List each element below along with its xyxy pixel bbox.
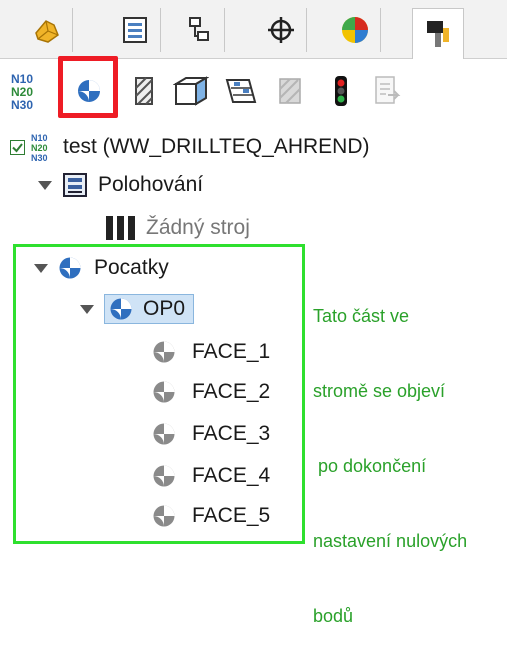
export-button[interactable] xyxy=(366,70,408,112)
tree-root[interactable]: N10 N20 N30 test (WW_DRILLTEQ_AHREND) xyxy=(10,132,369,162)
svg-text:N10: N10 xyxy=(11,72,33,86)
annotation-line: Tato část ve xyxy=(313,306,410,326)
traffic-light-icon xyxy=(335,76,347,106)
tab-drillteq[interactable] xyxy=(412,8,464,59)
table-button[interactable] xyxy=(220,70,262,112)
configuration-icon xyxy=(189,17,209,41)
tree-node-face[interactable]: FACE_3 xyxy=(152,422,270,446)
tab-part[interactable] xyxy=(22,8,73,52)
expand-arrow-icon[interactable] xyxy=(80,304,94,314)
tab-property-list[interactable] xyxy=(110,8,161,52)
tree-node-op0-selection: OP0 xyxy=(104,294,195,324)
face-origin-icon xyxy=(153,465,175,487)
tree-node-face[interactable]: FACE_4 xyxy=(152,464,270,488)
property-list-icon xyxy=(123,17,147,43)
face-origin-icon xyxy=(153,341,175,363)
face-button[interactable] xyxy=(170,70,212,112)
tree-node-origins[interactable]: Pocatky xyxy=(34,256,169,280)
tree-node-origins-label: Pocatky xyxy=(94,256,169,279)
face-origin-icon xyxy=(153,505,175,527)
tree-node-face-label: FACE_1 xyxy=(192,340,271,363)
crosshair-icon xyxy=(268,17,294,43)
origin-button-highlight xyxy=(58,56,118,118)
part-icon xyxy=(35,20,59,43)
origin-icon xyxy=(59,257,81,279)
annotation-line: po dokončení xyxy=(313,456,427,476)
tree-node-face-label: FACE_2 xyxy=(192,380,271,403)
tab-dimxpert[interactable] xyxy=(256,8,307,52)
pattern-icon xyxy=(279,78,301,104)
annotation-line: nastavení nulových xyxy=(313,531,468,551)
tree-node-face[interactable]: FACE_5 xyxy=(152,504,270,528)
svg-text:N20: N20 xyxy=(31,143,48,153)
tree-root-label: test (WW_DRILLTEQ_AHREND) xyxy=(63,135,370,158)
annotation-line: stromě se objeví xyxy=(313,381,446,401)
positioning-icon xyxy=(63,173,87,197)
hatch-icon xyxy=(135,77,153,105)
tree-node-face-label: FACE_3 xyxy=(192,422,271,445)
traffic-light-button[interactable] xyxy=(320,70,362,112)
face-icon xyxy=(173,76,209,106)
annotation-line: bodů xyxy=(313,606,354,626)
tree-node-face[interactable]: FACE_1 xyxy=(152,340,270,364)
drillteq-tool-icon xyxy=(427,21,449,47)
nc-program-icon: N10 N20 N30 xyxy=(11,72,33,111)
tree-node-positioning-label: Polohování xyxy=(98,173,204,196)
machine-icon xyxy=(106,216,135,240)
svg-text:N30: N30 xyxy=(11,98,33,111)
table-icon xyxy=(225,79,257,103)
checkbox-icon[interactable] xyxy=(10,139,25,155)
tab-appearance[interactable] xyxy=(330,8,381,52)
tree-node-op0-label: OP0 xyxy=(143,297,186,320)
origin-icon xyxy=(110,298,132,320)
appearance-icon xyxy=(342,17,368,43)
pattern-button[interactable] xyxy=(270,70,312,112)
export-icon xyxy=(375,76,401,104)
tree-node-no-machine-label: Žádný stroj xyxy=(146,216,250,239)
svg-text:N20: N20 xyxy=(11,85,33,99)
tree-node-no-machine[interactable]: Žádný stroj xyxy=(104,214,250,242)
tree-node-face-label: FACE_5 xyxy=(192,504,271,527)
svg-text:N30: N30 xyxy=(31,153,48,162)
hatch-button[interactable] xyxy=(124,70,166,112)
tree-node-face-label: FACE_4 xyxy=(192,464,271,487)
expand-arrow-icon[interactable] xyxy=(38,180,52,190)
expand-arrow-icon[interactable] xyxy=(34,263,48,273)
annotation-note: Tato část ve stromě se objeví po dokonče… xyxy=(313,254,507,654)
nc-program-button[interactable]: N10 N20 N30 xyxy=(6,70,48,112)
face-origin-icon xyxy=(153,423,175,445)
face-origin-icon xyxy=(153,381,175,403)
svg-text:N10: N10 xyxy=(31,133,48,143)
tab-bar xyxy=(0,0,507,59)
tree-node-op0[interactable]: OP0 xyxy=(80,294,195,324)
tree-node-positioning[interactable]: Polohování xyxy=(38,172,203,198)
tree-node-face[interactable]: FACE_2 xyxy=(152,380,270,404)
nc-program-icon: N10 N20 N30 xyxy=(31,133,48,162)
tab-configuration[interactable] xyxy=(174,8,225,52)
